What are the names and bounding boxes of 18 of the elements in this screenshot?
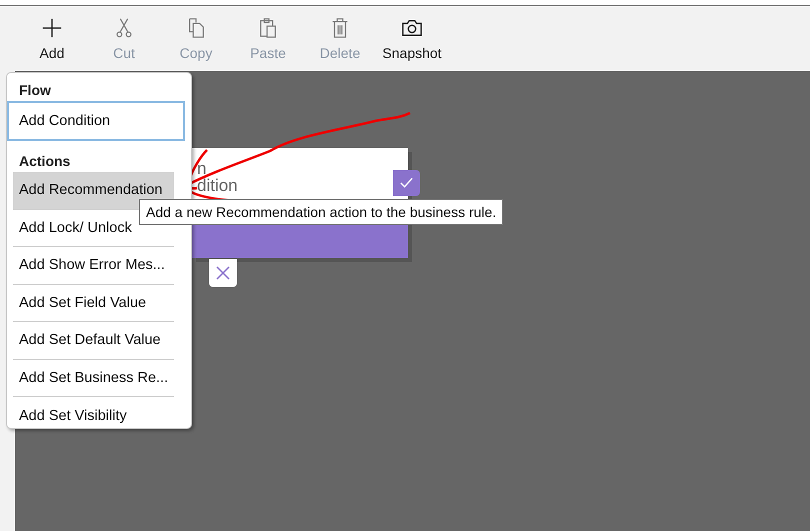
menu-section-heading: Actions — [18, 152, 72, 171]
plus-icon — [41, 16, 63, 38]
tooltip: Add a new Recommendation action to the business rule. — [139, 199, 504, 225]
menu-item[interactable]: Add Lock/ Unlock — [13, 210, 138, 246]
clipboard-icon — [257, 16, 279, 38]
menu-item[interactable]: Add Show Error Mes... — [13, 247, 171, 284]
menu-item[interactable]: Add Condition — [7, 101, 185, 141]
menu-item[interactable]: Add Set Field Value — [13, 284, 152, 321]
confirm-button[interactable] — [393, 170, 420, 196]
delete-button[interactable] — [209, 259, 237, 287]
close-icon — [216, 266, 230, 280]
snapshot-button[interactable]: Snapshot — [376, 6, 448, 71]
menu-section-heading: Flow — [18, 81, 52, 100]
add-button[interactable]: Add — [16, 6, 88, 71]
menu-item[interactable]: Add Set Default Value — [13, 322, 167, 358]
menu-item[interactable]: Add Set Visibility — [13, 397, 133, 434]
menu-item[interactable]: Add Set Business Re... — [13, 360, 174, 396]
condition-card: n dition — [192, 148, 408, 200]
